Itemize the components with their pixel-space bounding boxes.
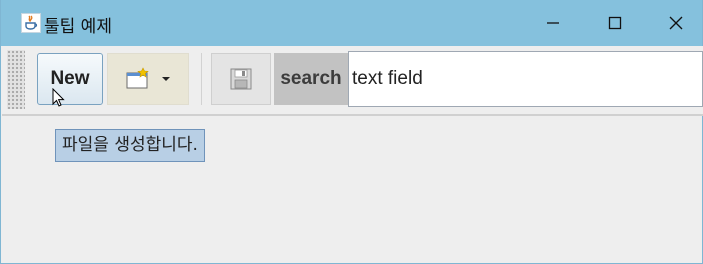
chevron-down-icon <box>162 77 170 81</box>
open-dropdown-button[interactable] <box>107 53 189 105</box>
toolbar-drag-handle[interactable] <box>7 50 25 109</box>
app-window: 툴팁 예제 New search text field 파일을 생성합니다. <box>0 0 703 264</box>
minimize-button[interactable] <box>524 0 582 46</box>
floppy-disk-icon <box>230 68 252 90</box>
close-button[interactable] <box>647 0 703 46</box>
java-icon <box>21 13 41 33</box>
toolbar: New search <box>2 46 703 116</box>
window-title: 툴팁 예제 <box>44 17 112 37</box>
search-field[interactable] <box>348 51 703 107</box>
search-label: search <box>274 53 348 105</box>
mouse-cursor-icon <box>52 87 66 112</box>
toolbar-separator <box>201 53 202 105</box>
save-button[interactable] <box>211 53 271 105</box>
title-bar[interactable]: 툴팁 예제 <box>1 0 702 46</box>
tooltip: 파일을 생성합니다. <box>55 129 205 162</box>
close-icon <box>669 16 683 30</box>
maximize-icon <box>608 16 622 30</box>
minimize-icon <box>547 22 559 24</box>
new-button[interactable]: New <box>37 53 103 105</box>
open-folder-icon <box>126 67 149 89</box>
maximize-button[interactable] <box>586 0 644 46</box>
